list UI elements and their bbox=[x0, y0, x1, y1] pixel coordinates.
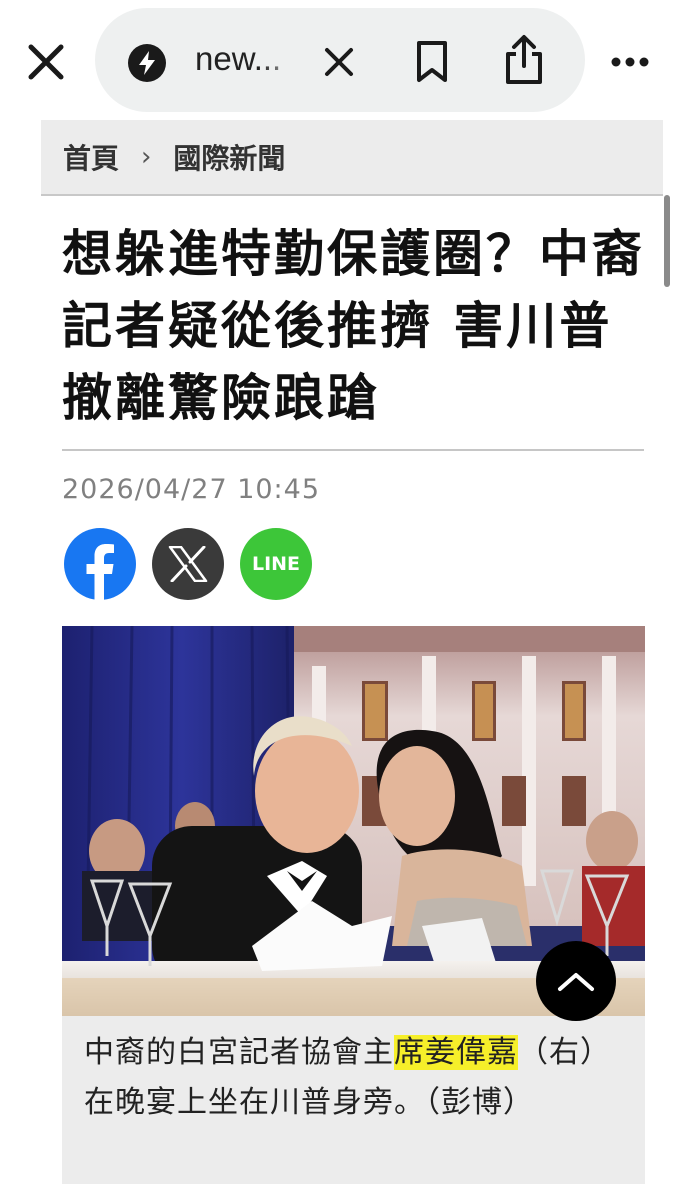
browser-toolbar: new... bbox=[0, 0, 677, 118]
photo-caption: 中裔的白宮記者協會主席姜偉嘉（右）在晚宴上坐在川普身旁。（彭博） bbox=[84, 1028, 634, 1128]
bolt-icon bbox=[128, 44, 166, 82]
caption-text-1: 中裔的白宮記者協會主 bbox=[84, 1035, 394, 1070]
x-icon bbox=[168, 546, 208, 582]
page-scrollbar[interactable] bbox=[664, 195, 670, 287]
close-icon bbox=[28, 44, 64, 80]
line-share-button[interactable]: LINE bbox=[240, 528, 312, 600]
close-tab-button[interactable] bbox=[20, 36, 72, 88]
share-button[interactable] bbox=[498, 32, 550, 88]
divider bbox=[62, 449, 644, 451]
breadcrumb-home-link[interactable]: 首頁 bbox=[63, 137, 119, 177]
facebook-share-button[interactable] bbox=[64, 528, 136, 600]
facebook-icon bbox=[86, 544, 114, 600]
breadcrumb-section-link[interactable]: 國際新聞 bbox=[173, 137, 285, 177]
clear-icon bbox=[325, 48, 353, 76]
clear-url-button[interactable] bbox=[315, 38, 363, 86]
share-icon bbox=[506, 35, 542, 84]
article-headline: 想躲進特勤保護圈？中裔記者疑從後推擠 害川普撤離驚險踉蹌 bbox=[62, 225, 645, 427]
scroll-to-top-button[interactable] bbox=[536, 941, 616, 1021]
more-icon bbox=[611, 57, 649, 67]
caption-highlight: 席姜偉嘉 bbox=[394, 1035, 518, 1070]
line-label: LINE bbox=[251, 553, 301, 575]
more-button[interactable] bbox=[605, 40, 655, 84]
breadcrumb: 首頁 › 國際新聞 bbox=[41, 120, 663, 196]
article-date: 2026/04/27 10:45 bbox=[62, 474, 321, 505]
breadcrumb-separator: › bbox=[141, 142, 152, 172]
chevron-up-icon bbox=[558, 973, 594, 991]
x-share-button[interactable] bbox=[152, 528, 224, 600]
photo-caption-box: 中裔的白宮記者協會主席姜偉嘉（右）在晚宴上坐在川普身旁。（彭博） bbox=[62, 1016, 645, 1184]
bookmark-icon bbox=[417, 41, 447, 82]
url-fade bbox=[260, 36, 305, 88]
bookmark-button[interactable] bbox=[408, 36, 456, 88]
